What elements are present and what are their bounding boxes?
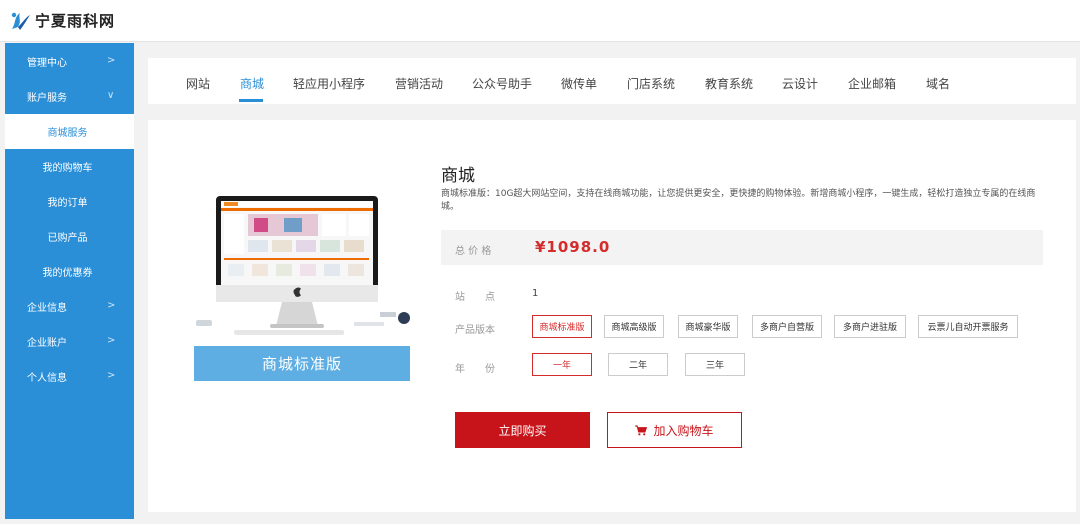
add-to-cart-label: 加入购物车 [653, 423, 714, 438]
sidebar-item-label: 企业账户 [27, 338, 67, 349]
sidebar-item-label: 管理中心 [27, 58, 67, 69]
version-option-advanced[interactable]: 商城高级版 [604, 315, 664, 338]
sidebar-subitem-label: 我的订单 [47, 198, 88, 209]
version-option-deluxe[interactable]: 商城豪华版 [678, 315, 738, 338]
tab-website[interactable]: 网站 [186, 75, 210, 92]
year-option-two[interactable]: 二年 [608, 353, 668, 376]
sidebar-subitem-label: 我的优惠券 [42, 268, 93, 279]
sidebar-subitem-cart[interactable]: 我的购物车 [5, 149, 134, 184]
sidebar-subitem-label: 我的购物车 [42, 163, 93, 174]
add-to-cart-button[interactable]: 加入购物车 [607, 412, 742, 448]
sidebar-subitem-purchased[interactable]: 已购产品 [5, 219, 134, 254]
version-label: 产品版本 [455, 325, 495, 336]
sidebar-item-label: 个人信息 [27, 373, 67, 384]
site-label: 站 点 [455, 292, 495, 303]
version-option-multi-merchant-self[interactable]: 多商户自营版 [752, 315, 822, 338]
sidebar-item-management[interactable]: 管理中心 > [5, 44, 134, 79]
year-label: 年 份 [455, 364, 495, 375]
tab-domain[interactable]: 域名 [926, 75, 950, 92]
sidebar-item-personal-info[interactable]: 个人信息 > [5, 359, 134, 394]
active-tab-indicator [239, 99, 263, 102]
sidebar-subitem-coupons[interactable]: 我的优惠券 [5, 254, 134, 289]
price-value: ¥1098.0 [535, 238, 611, 256]
yuke-logo-icon[interactable] [8, 9, 32, 33]
version-option-standard[interactable]: 商城标准版 [532, 315, 592, 338]
top-header: 宁夏雨科网 [0, 0, 1080, 42]
tab-store-system[interactable]: 门店系统 [627, 75, 675, 92]
sidebar-item-label: 企业信息 [27, 303, 67, 314]
chevron-right-icon: > [107, 370, 116, 381]
tab-cloud-design[interactable]: 云设计 [782, 75, 818, 92]
tab-enterprise-mail[interactable]: 企业邮箱 [848, 75, 896, 92]
price-bar [441, 230, 1043, 265]
tab-flyer[interactable]: 微传单 [561, 75, 597, 92]
sidebar-item-label: 账户服务 [27, 93, 67, 104]
year-option-one[interactable]: 一年 [532, 353, 592, 376]
tab-official-account[interactable]: 公众号助手 [472, 75, 532, 92]
sidebar-item-account-services[interactable]: 账户服务 ∨ [5, 79, 134, 114]
version-option-auto-invoice[interactable]: 云票儿自动开票服务 [918, 315, 1018, 338]
tab-marketing[interactable]: 营销活动 [395, 75, 443, 92]
product-title: 商城 [441, 166, 475, 186]
sidebar-subitem-orders[interactable]: 我的订单 [5, 184, 134, 219]
year-option-three[interactable]: 三年 [685, 353, 745, 376]
buy-now-button[interactable]: 立即购买 [455, 412, 590, 448]
chevron-down-icon: ∨ [107, 90, 115, 101]
sidebar-item-enterprise-info[interactable]: 企业信息 > [5, 289, 134, 324]
chevron-right-icon: > [107, 335, 116, 346]
site-value: 1 [532, 288, 539, 299]
tab-mini-program[interactable]: 轻应用小程序 [293, 75, 365, 92]
version-option-multi-merchant-join[interactable]: 多商户进驻版 [834, 315, 906, 338]
chevron-right-icon: > [107, 300, 116, 311]
sidebar-item-enterprise-account[interactable]: 企业账户 > [5, 324, 134, 359]
brand-name[interactable]: 宁夏雨科网 [35, 10, 115, 31]
sidebar-subitem-label: 商城服务 [47, 128, 88, 139]
price-label: 总 价 格 [455, 246, 492, 257]
product-image-caption: 商城标准版 [194, 346, 410, 381]
buy-now-label: 立即购买 [498, 423, 547, 438]
cart-icon [635, 425, 648, 435]
product-description: 商城标准版：10G超大网站空间，支持在线商城功能，让您提供更安全，更快捷的购物体… [441, 189, 1036, 212]
sidebar: 管理中心 > 账户服务 ∨ 商城服务 我的购物车 我的订单 已购产品 我的优惠券… [5, 43, 134, 519]
sidebar-subitem-mall-service[interactable]: 商城服务 [5, 114, 134, 149]
sidebar-subitem-label: 已购产品 [47, 233, 88, 244]
tab-education[interactable]: 教育系统 [705, 75, 753, 92]
tab-mall[interactable]: 商城 [240, 75, 264, 92]
chevron-right-icon: > [107, 55, 116, 66]
